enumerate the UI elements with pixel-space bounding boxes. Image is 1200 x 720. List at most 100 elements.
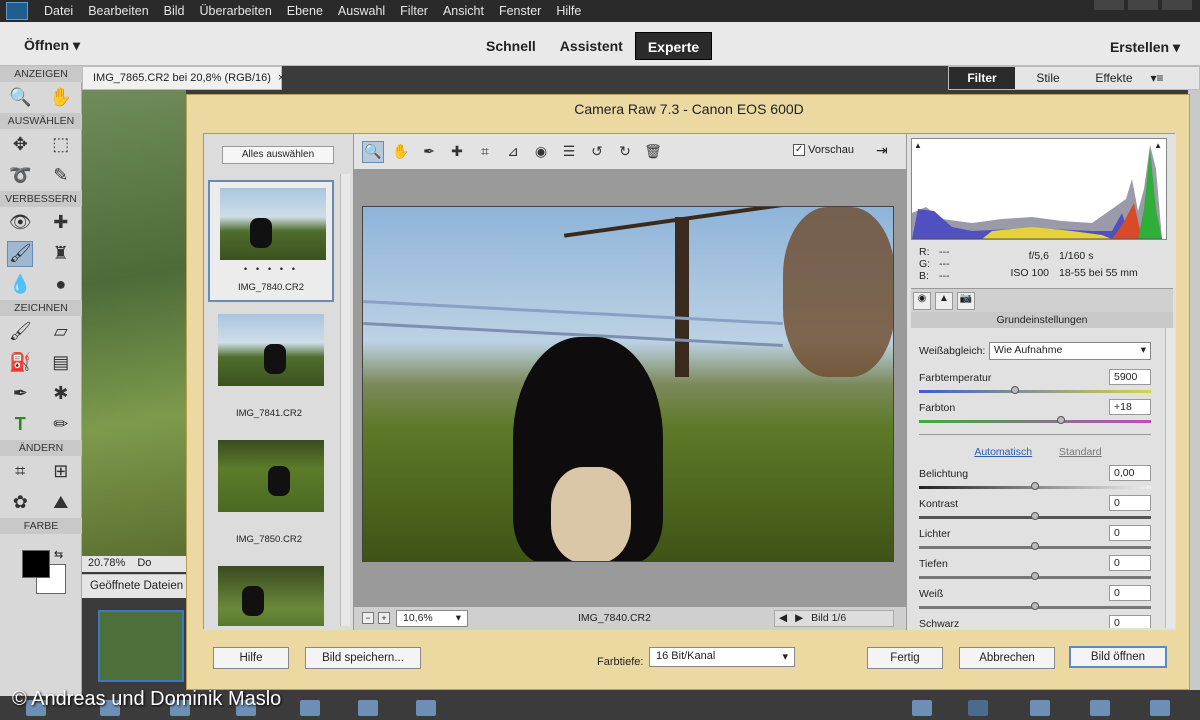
trash-icon[interactable]: 🗑 [642,141,664,163]
pencil-tool-icon[interactable]: ✏ [48,412,74,438]
document-tab[interactable]: IMG_7865.CR2 bei 20,8% (RGB/16) × [82,66,284,90]
crop-tool-icon[interactable]: ⌗ [7,459,33,485]
preview-toggle[interactable]: ✓ Vorschau [793,144,854,156]
rotate-right-icon[interactable]: ↻ [614,141,636,163]
slider-thumb[interactable] [1031,542,1039,550]
shadows-input[interactable]: 0 [1109,555,1151,571]
type-tool-icon[interactable]: T [7,412,33,438]
white-balance-icon[interactable]: ✒ [418,141,440,163]
contrast-slider[interactable] [919,512,1151,520]
document-canvas[interactable] [82,90,186,560]
raw-preview-image[interactable] [362,206,894,562]
camera-calibration-icon[interactable]: 📷 [957,292,975,310]
zoom-tool-icon[interactable]: 🔍 [7,85,33,111]
open-image-button[interactable]: Bild öffnen [1069,646,1167,668]
gradient-tool-icon[interactable]: ▤ [48,350,74,376]
slider-thumb[interactable] [1031,512,1039,520]
open-button[interactable]: Öffnen ▾ [24,37,80,54]
favorites-icon[interactable] [1090,700,1110,716]
open-files-dropdown[interactable]: Geöffnete Dateien [82,574,186,598]
white-balance-select[interactable]: Wie Aufnahme ▾ [989,342,1151,360]
slider-thumb[interactable] [1057,416,1065,424]
menu-bearbeiten[interactable]: Bearbeiten [88,4,148,18]
blacks-input[interactable]: 0 [1109,615,1151,628]
tab-filter[interactable]: Filter [949,67,1015,89]
temperature-slider[interactable] [919,386,1151,394]
next-image-icon[interactable]: ▶ [795,612,803,625]
close-window-button[interactable] [1162,0,1192,10]
red-eye-tool-icon[interactable]: 👁 [7,210,33,236]
tab-assistent[interactable]: Assistent [548,32,635,60]
rotate-left-icon[interactable]: ↺ [586,141,608,163]
menu-ansicht[interactable]: Ansicht [443,4,484,18]
recompose-tool-icon[interactable]: ⊞ [48,459,74,485]
zoom-icon[interactable]: 🔍 [362,140,384,163]
tab-effekte[interactable]: Effekte [1081,67,1147,89]
exposure-input[interactable]: 0,00 [1109,465,1151,481]
maximize-button[interactable] [1128,0,1158,10]
shadow-clip-icon[interactable]: ▲ [914,141,922,150]
content-aware-move-icon[interactable]: ✿ [7,490,33,516]
done-button[interactable]: Fertig [867,647,943,669]
menu-ebene[interactable]: Ebene [287,4,323,18]
photo-bin-thumbnail[interactable] [98,610,184,682]
quick-selection-tool-icon[interactable]: ✎ [48,163,74,189]
hand-icon[interactable]: ✋ [390,141,412,163]
slider-thumb[interactable] [1011,386,1019,394]
prev-image-icon[interactable]: ◀ [779,612,787,625]
image-viewport[interactable] [354,170,906,606]
select-all-button[interactable]: Alles auswählen [222,146,334,164]
temperature-input[interactable]: 5900 [1109,369,1151,385]
help-button[interactable]: Hilfe [213,647,289,669]
filmstrip-scrollbar[interactable] [340,174,350,626]
color-depth-select[interactable]: 16 Bit/Kanal ▾ [649,647,795,667]
list-icon[interactable]: ☰ [558,141,580,163]
zoom-in-button[interactable]: + [378,612,390,624]
tint-input[interactable]: +18 [1109,399,1151,415]
slider-thumb[interactable] [1031,572,1039,580]
slider-thumb[interactable] [1031,482,1039,490]
shadows-slider[interactable] [919,572,1151,580]
eyedropper-icon[interactable]: ✒ [7,381,33,407]
highlights-slider[interactable] [919,542,1151,550]
panel-menu-icon[interactable]: ▾≡ [1147,71,1167,85]
hand-tool-icon[interactable]: ✋ [48,85,74,111]
foreground-color-swatch[interactable] [22,550,50,578]
contrast-input[interactable]: 0 [1109,495,1151,511]
menu-datei[interactable]: Datei [44,4,73,18]
auto-link[interactable]: Automatisch [974,446,1032,458]
create-button[interactable]: Erstellen ▾ [1110,39,1180,56]
menu-filter[interactable]: Filter [400,4,428,18]
rating-dots[interactable]: • • • • • [210,264,332,275]
filmstrip-item[interactable]: • • • • • IMG_7840.CR2 [208,180,334,302]
zoom-out-button[interactable]: − [362,612,374,624]
slider-thumb[interactable] [1031,602,1039,610]
preview-checkbox[interactable]: ✓ [793,144,806,156]
exposure-slider[interactable] [919,482,1151,490]
filmstrip-item[interactable]: IMG_7850.CR2 [208,434,334,556]
tint-slider[interactable] [919,416,1151,424]
graphics-icon[interactable] [1030,700,1050,716]
document-info[interactable]: Do [137,557,151,571]
highlights-input[interactable]: 0 [1109,525,1151,541]
tab-experte[interactable]: Experte [634,32,713,60]
brush-tool-icon[interactable]: 🖌 [7,319,33,345]
filmstrip-item[interactable] [208,560,334,626]
detail-panel-icon[interactable]: ▲ [935,292,953,310]
lasso-tool-icon[interactable]: ➰ [7,163,33,189]
sponge-tool-icon[interactable]: ● [48,272,74,298]
crop-icon[interactable]: ⌗ [474,141,496,163]
organizer-icon[interactable] [416,700,436,716]
move-tool-icon[interactable]: ✥ [7,132,33,158]
fullscreen-icon[interactable]: ⇥ [876,142,896,162]
zoom-select[interactable]: 10,6% ▾ [396,610,468,627]
color-sampler-icon[interactable]: ✚ [446,141,468,163]
healing-brush-icon[interactable]: ✚ [48,210,74,236]
eraser-tool-icon[interactable]: ▱ [48,319,74,345]
minimize-button[interactable] [1094,0,1124,10]
tab-stile[interactable]: Stile [1015,67,1081,89]
red-eye-icon[interactable]: ◉ [530,141,552,163]
layout-icon[interactable] [358,700,378,716]
clone-stamp-icon[interactable]: ♜ [48,241,74,267]
tab-schnell[interactable]: Schnell [474,32,548,60]
